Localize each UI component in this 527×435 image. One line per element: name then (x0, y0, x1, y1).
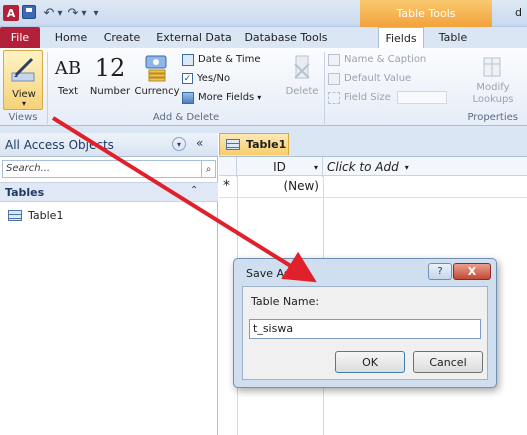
annotation-arrow (51, 116, 317, 283)
annotation-arrow-line (51, 116, 317, 283)
